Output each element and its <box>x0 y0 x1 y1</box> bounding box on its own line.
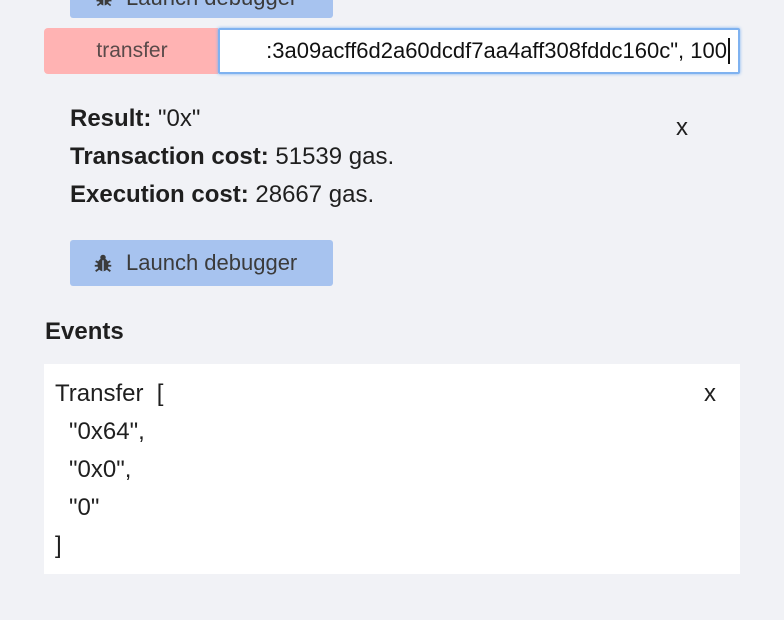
event-arg-1: "0x0", <box>69 456 132 483</box>
transfer-args-input[interactable]: :3a09acff6d2a60dcdf7aa4aff308fddc160c", … <box>218 28 740 74</box>
transaction-cost-line: Transaction cost: 51539 gas. <box>70 138 710 176</box>
events-panel: Transfer [ "0x64", "0x0", "0" ] x <box>44 364 740 574</box>
transfer-button[interactable]: transfer <box>44 28 218 74</box>
bug-icon <box>94 254 112 272</box>
transfer-args-text: :3a09acff6d2a60dcdf7aa4aff308fddc160c", … <box>266 30 730 72</box>
transaction-cost-label: Transaction cost: <box>70 143 269 170</box>
transaction-cost-value: 51539 gas. <box>275 143 395 170</box>
launch-debugger-label: Launch debugger <box>126 250 298 275</box>
event-name-line: Transfer [ <box>55 380 164 407</box>
top-launch-debugger-button[interactable]: Launch debugger <box>70 0 333 18</box>
event-close-button[interactable]: x <box>704 375 716 413</box>
event-arg-0: "0x64", <box>69 418 145 445</box>
execution-cost-value: 28667 gas. <box>255 181 375 208</box>
transaction-result: Result: "0x" Transaction cost: 51539 gas… <box>70 100 710 214</box>
execution-cost-label: Execution cost: <box>70 181 249 208</box>
launch-debugger-button[interactable]: Launch debugger <box>70 240 333 286</box>
text-caret <box>728 38 730 64</box>
bug-icon <box>96 0 112 7</box>
execution-cost-line: Execution cost: 28667 gas. <box>70 176 710 214</box>
transfer-args-value: :3a09acff6d2a60dcdf7aa4aff308fddc160c", … <box>266 38 727 63</box>
result-close-button[interactable]: x <box>676 114 688 142</box>
result-label: Result: <box>70 105 152 132</box>
top-launch-debugger-label: Launch debugger <box>126 0 297 11</box>
result-value: "0x" <box>158 105 201 132</box>
function-call-row: transfer :3a09acff6d2a60dcdf7aa4aff308fd… <box>44 28 740 74</box>
events-heading: Events <box>45 318 124 345</box>
event-arg-2: "0" <box>69 494 100 521</box>
event-closing-bracket: ] <box>55 532 62 559</box>
result-line: Result: "0x" <box>70 100 710 138</box>
